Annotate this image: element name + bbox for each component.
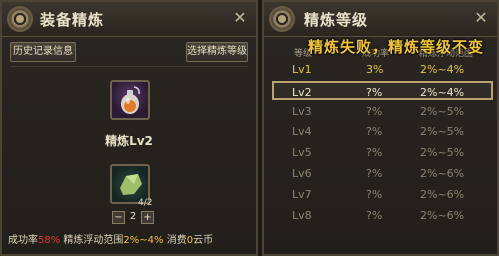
success-rate-label: 成功率 bbox=[8, 235, 38, 246]
level-row-range: 2%~5% bbox=[420, 146, 465, 160]
level-row-range: 2%~4% bbox=[420, 85, 465, 99]
level-row[interactable]: Lv6?% 2%~6% bbox=[272, 164, 493, 183]
level-row-rate: ?% bbox=[366, 85, 383, 99]
level-row-range: 2%~5% bbox=[420, 125, 465, 139]
panel-title-bar: 精炼等级 ✕ bbox=[264, 2, 497, 37]
gear-emblem-icon bbox=[269, 6, 295, 32]
level-row[interactable]: Lv4?% 2%~5% bbox=[272, 122, 493, 141]
refine-equipment-panel: 装备精炼 ✕ 历史记录信息 选择精炼等级 精炼Lv2 4/2 − 2 + 成功率… bbox=[0, 0, 258, 256]
potion-bottle-icon bbox=[121, 86, 140, 114]
level-row-range: 2%~6% bbox=[420, 167, 465, 180]
level-row-level: Lv2 bbox=[292, 85, 312, 99]
level-row-range: 2%~4% bbox=[420, 63, 465, 76]
close-icon[interactable]: ✕ bbox=[232, 10, 248, 26]
close-icon[interactable]: ✕ bbox=[473, 10, 489, 26]
decrease-button[interactable]: − bbox=[112, 211, 125, 224]
divider bbox=[10, 66, 248, 67]
level-row-rate: ?% bbox=[366, 104, 383, 118]
level-row[interactable]: Lv2?% 2%~4% bbox=[272, 80, 493, 100]
level-row-level: Lv4 bbox=[292, 125, 312, 139]
select-level-button[interactable]: 选择精炼等级 bbox=[186, 42, 248, 62]
range-value: 2%~4% bbox=[123, 235, 164, 246]
item-name: 精炼Lv2 bbox=[105, 134, 153, 148]
level-row-rate: ?% bbox=[366, 146, 383, 160]
level-row[interactable]: Lv8?% 2%~6% bbox=[272, 206, 493, 225]
level-row-rate: ?% bbox=[366, 187, 383, 201]
refine-level-panel: 精炼等级 ✕ 等级 成功率 精炼浮动范围 精炼失败，精炼等级不变 Lv1 3% 2%… bbox=[262, 0, 499, 256]
level-row-range: 2%~6% bbox=[420, 187, 465, 201]
panel-title: 装备精炼 bbox=[40, 11, 105, 29]
refine-summary: 成功率58% 精炼浮动范围2%~4% 消费0云币 bbox=[8, 231, 213, 246]
level-row-rate: ?% bbox=[366, 208, 383, 222]
gear-emblem-icon bbox=[7, 6, 33, 32]
equipment-slot[interactable] bbox=[110, 80, 150, 120]
range-label: 精炼浮动范围 bbox=[63, 235, 124, 246]
level-row[interactable]: Lv5?% 2%~5% bbox=[272, 143, 493, 162]
quantity-value: 2 bbox=[129, 211, 137, 222]
panel-title-bar: 装备精炼 ✕ bbox=[2, 2, 256, 37]
level-row-range: 2%~6% bbox=[420, 208, 465, 222]
level-row-rate: ?% bbox=[366, 167, 383, 180]
history-button[interactable]: 历史记录信息 bbox=[10, 42, 76, 62]
material-count: 4/2 bbox=[138, 198, 153, 208]
panel-title: 精炼等级 bbox=[304, 11, 369, 29]
increase-button[interactable]: + bbox=[141, 211, 154, 224]
level-row-level: Lv3 bbox=[292, 104, 312, 118]
level-row-rate: ?% bbox=[366, 125, 383, 139]
success-rate-value: 58% bbox=[38, 235, 61, 246]
level-row-level: Lv7 bbox=[292, 187, 312, 201]
failure-banner: 精炼失败，精炼等级不变 bbox=[308, 38, 485, 56]
cost-unit: 云币 bbox=[193, 235, 214, 246]
level-row-level: Lv1 bbox=[292, 63, 312, 76]
level-row[interactable]: Lv1 3% 2%~4% bbox=[272, 60, 493, 79]
level-row[interactable]: Lv7?% 2%~6% bbox=[272, 185, 493, 204]
level-row-level: Lv6 bbox=[292, 167, 312, 180]
cost-label: 消费 bbox=[166, 235, 187, 246]
level-row[interactable]: Lv3?% 2%~5% bbox=[272, 102, 493, 121]
level-row-level: Lv8 bbox=[292, 208, 312, 222]
level-row-level: Lv5 bbox=[292, 146, 312, 160]
level-row-range: 2%~5% bbox=[420, 104, 465, 118]
refine-stone-icon bbox=[120, 174, 142, 195]
level-row-rate: 3% bbox=[366, 63, 384, 76]
